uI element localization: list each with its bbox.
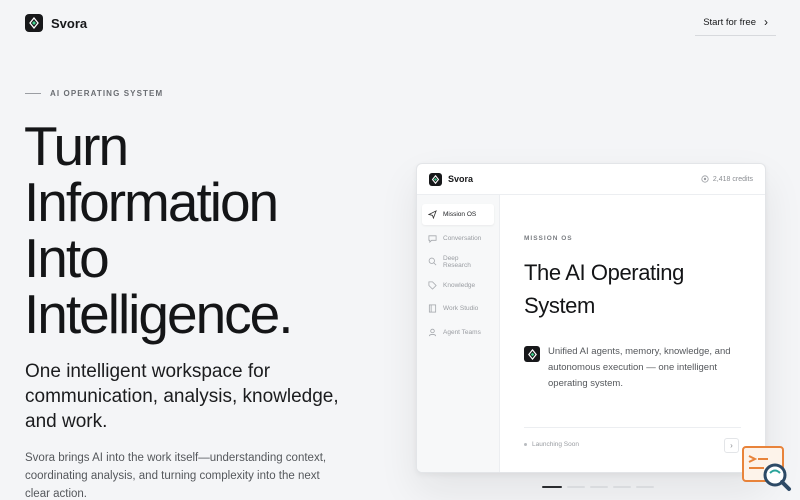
launch-status-text: Launching Soon <box>532 441 579 448</box>
preview-divider <box>524 427 741 428</box>
hero-subhead: One intelligent workspace for communicat… <box>25 361 339 432</box>
tag-icon <box>428 280 437 290</box>
nav-item-label: Conversation <box>443 234 482 242</box>
nav-item-conversation[interactable]: Conversation <box>422 228 494 249</box>
nav-item-deep-research[interactable]: Deep Research <box>422 251 494 272</box>
status-dot <box>524 443 527 446</box>
nav-item-work-studio[interactable]: Work Studio <box>422 298 494 319</box>
app-preview-topbar: Svora 2,418 credits <box>417 164 765 195</box>
eyebrow-text: AI OPERATING SYSTEM <box>50 89 164 98</box>
chat-icon <box>428 234 437 243</box>
floating-helper-widget[interactable] <box>742 446 792 492</box>
search-icon <box>428 257 437 266</box>
credits-text: 2,418 credits <box>712 175 753 183</box>
pager-dash-2[interactable] <box>567 486 585 488</box>
logo-icon <box>25 14 43 32</box>
brand-logo[interactable]: Svora <box>25 14 87 32</box>
eyebrow-rule <box>25 93 41 94</box>
next-button[interactable]: › <box>724 438 739 453</box>
pager-dash-3[interactable] <box>590 486 608 488</box>
nav-item-label: Agent Teams <box>443 328 481 336</box>
hero-eyebrow: AI OPERATING SYSTEM <box>25 89 163 98</box>
app-preview-main: MISSION OS The AI Operating System Unifi… <box>500 195 765 472</box>
carousel-pager <box>542 486 654 488</box>
hero-body: Svora brings AI into the work itself—und… <box>25 452 327 500</box>
chat-search-icon <box>742 446 791 491</box>
preview-title: The AI Operating System <box>524 260 684 318</box>
headline-line-3: Into <box>24 227 110 289</box>
book-icon <box>428 304 437 313</box>
logo-icon <box>429 172 442 186</box>
nav-item-label: Mission OS <box>443 211 477 218</box>
headline-line-4: Intelligence. <box>24 283 294 345</box>
launch-status: Launching Soon <box>524 441 579 448</box>
hero-headline: Turn Information Into Intelligence. <box>24 118 384 342</box>
credits-indicator[interactable]: 2,418 credits <box>701 175 753 183</box>
pager-dash-4[interactable] <box>613 486 631 488</box>
cta-label: Start for free <box>703 17 756 28</box>
preview-description-row: Unified AI agents, memory, knowledge, an… <box>524 344 741 392</box>
brand-name: Svora <box>51 15 88 31</box>
chevron-right-icon: › <box>730 441 733 450</box>
logo-icon <box>524 346 540 362</box>
app-preview-sidebar: Mission OS Conversation Deep Research Kn… <box>417 195 500 472</box>
nav-item-label: Deep Research <box>443 254 471 269</box>
app-preview-brand: Svora <box>429 172 474 186</box>
app-preview-brand-name: Svora <box>448 174 474 184</box>
preview-eyebrow: MISSION OS <box>524 235 573 242</box>
credits-icon <box>701 175 709 183</box>
pager-dash-5[interactable] <box>636 486 654 488</box>
headline-line-2: Information <box>24 171 279 233</box>
send-icon <box>428 210 437 219</box>
start-for-free-button[interactable]: Start for free › <box>695 10 776 36</box>
pager-dash-1[interactable] <box>542 486 562 488</box>
preview-description: Unified AI agents, memory, knowledge, an… <box>548 346 731 389</box>
nav-item-label: Work Studio <box>443 305 479 312</box>
nav-item-label: Knowledge <box>443 281 476 289</box>
nav-item-agent-teams[interactable]: Agent Teams <box>422 322 494 343</box>
app-preview: Svora 2,418 credits Mission OS Conversat… <box>416 163 766 473</box>
nav-item-mission-os[interactable]: Mission OS <box>422 204 494 225</box>
headline-line-1: Turn <box>24 115 129 177</box>
chevron-right-icon: › <box>764 15 768 29</box>
nav-item-knowledge[interactable]: Knowledge <box>422 275 494 296</box>
agent-icon <box>428 328 437 336</box>
